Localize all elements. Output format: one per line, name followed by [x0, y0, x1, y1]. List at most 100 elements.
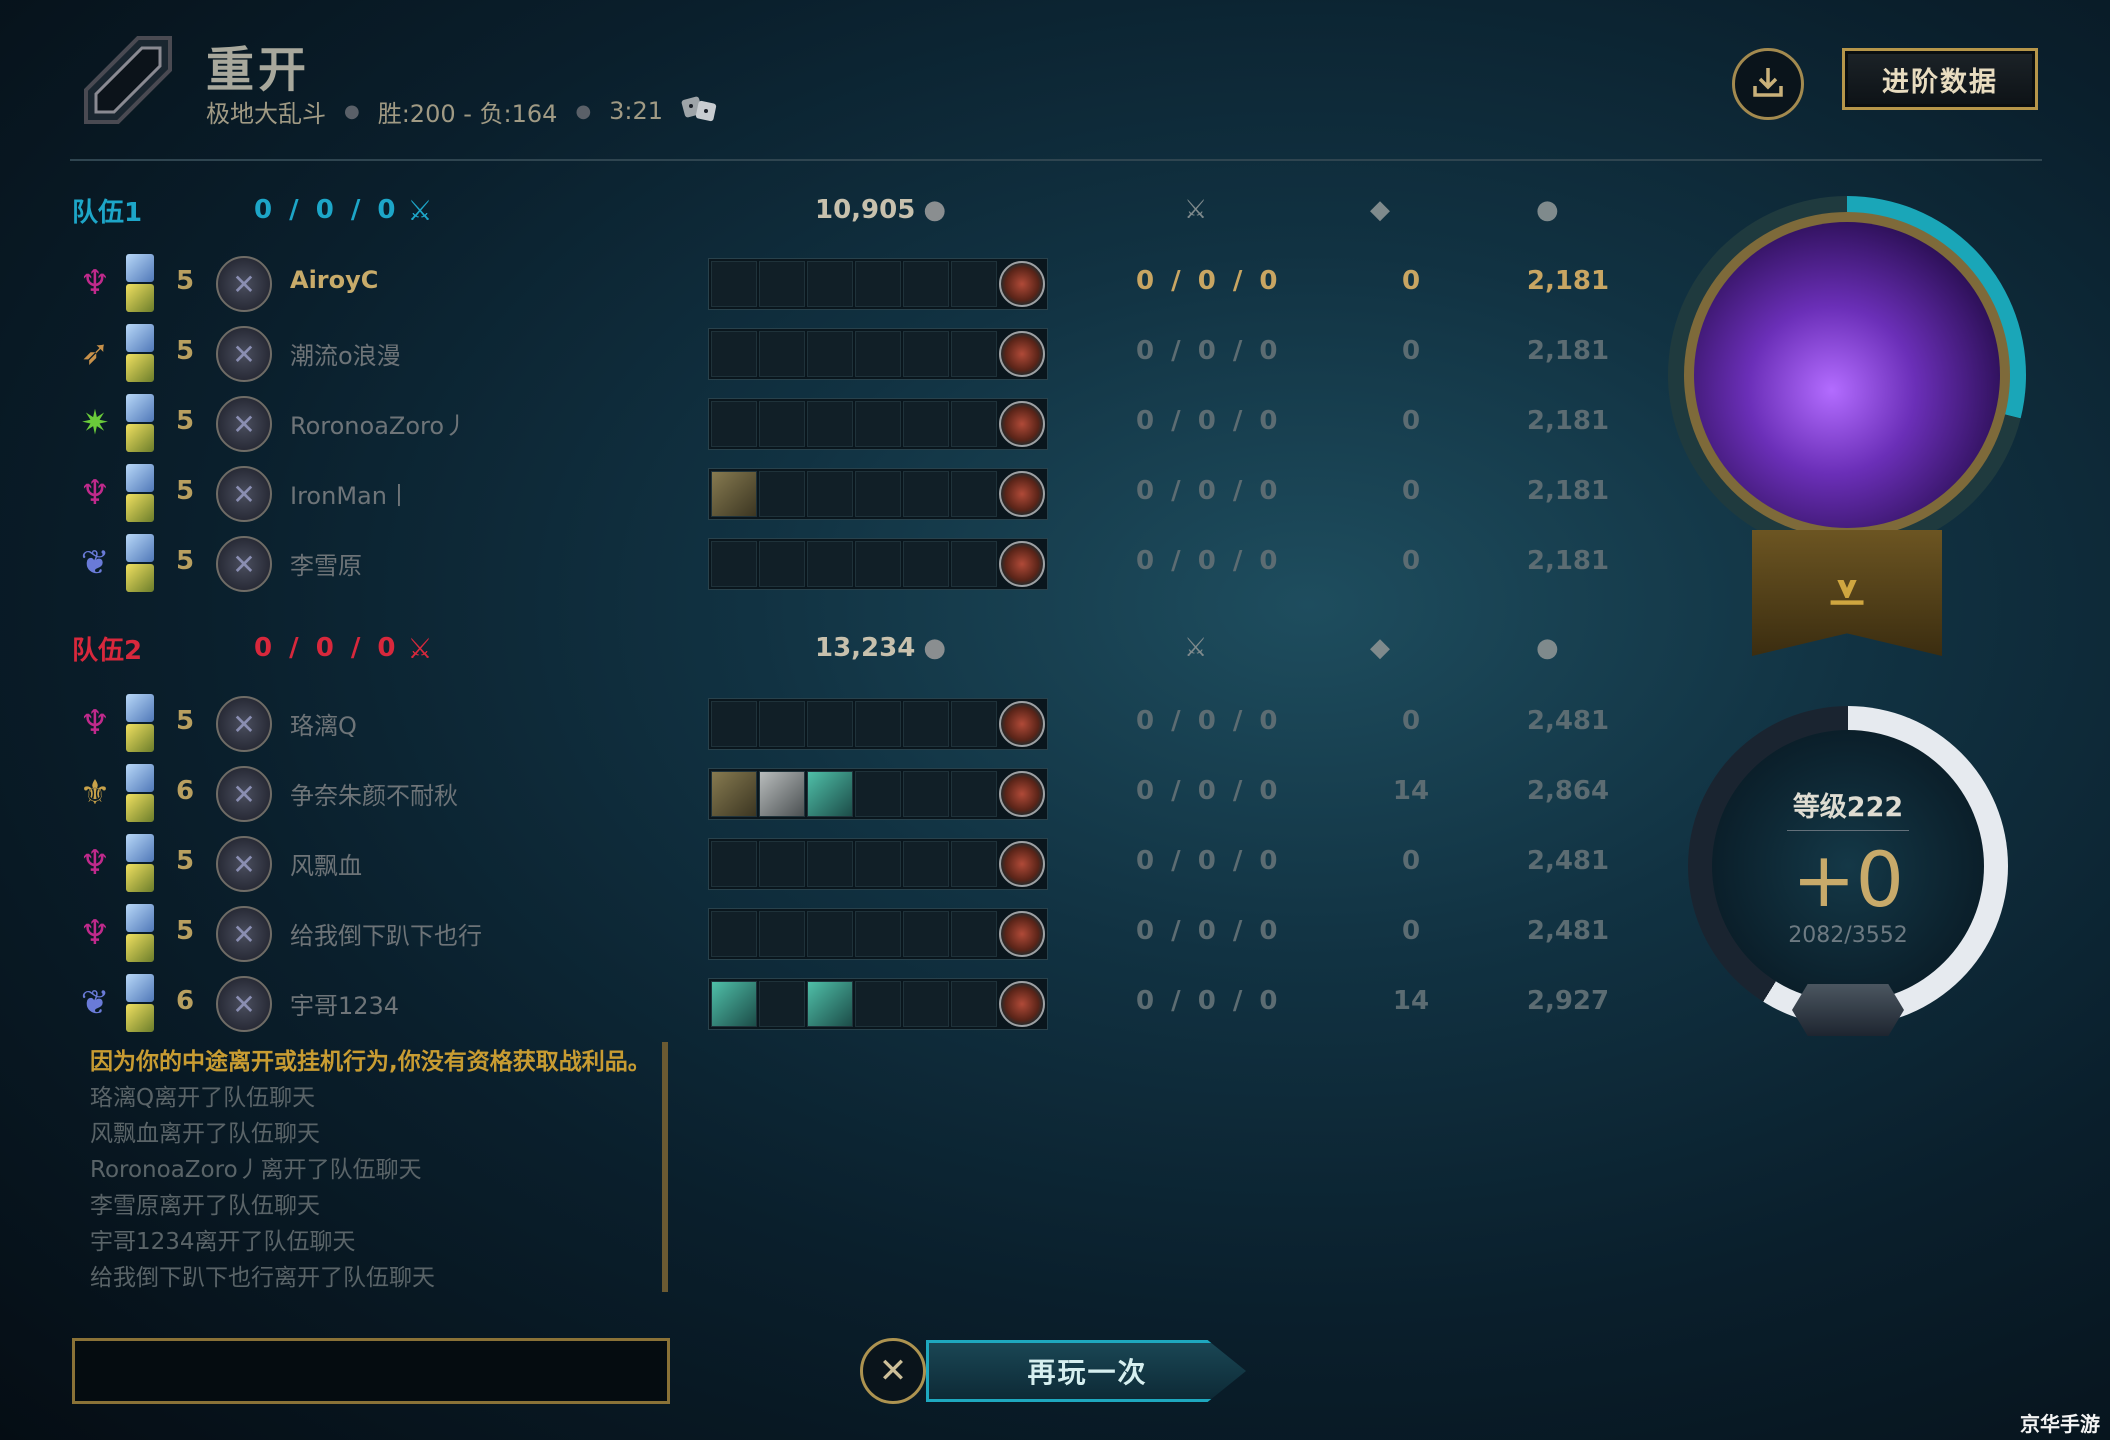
summoner-avatar-icon[interactable]: ✕ — [216, 256, 272, 312]
item-slot[interactable] — [711, 701, 757, 747]
item-slot[interactable] — [855, 541, 901, 587]
item-slot[interactable] — [903, 771, 949, 817]
item-slot[interactable] — [807, 331, 853, 377]
item-slot[interactable] — [951, 261, 997, 307]
player-row[interactable]: ⚜ 6 ✕ 争奈朱颜不耐秋 0 / 0 / 0 14 2,864 — [70, 760, 1610, 826]
trinket-icon[interactable] — [999, 331, 1045, 377]
item-slot[interactable] — [951, 771, 997, 817]
summoner-avatar-icon[interactable]: ✕ — [216, 466, 272, 522]
player-row[interactable]: ♆ 5 ✕ IronMan丨 0 / 0 / 0 0 2,181 — [70, 460, 1610, 526]
item-slot[interactable] — [903, 911, 949, 957]
item-slot[interactable] — [759, 471, 805, 517]
item-slot[interactable] — [759, 261, 805, 307]
player-row[interactable]: ❦ 5 ✕ 李雪原 0 / 0 / 0 0 2,181 — [70, 530, 1610, 596]
chat-scrollbar[interactable] — [662, 1042, 668, 1292]
summoner-name[interactable]: 潮流o浪漫 — [290, 336, 401, 371]
player-row[interactable]: ➶ 5 ✕ 潮流o浪漫 0 / 0 / 0 0 2,181 — [70, 320, 1610, 386]
item-slot[interactable] — [711, 541, 757, 587]
item-slot[interactable] — [711, 331, 757, 377]
trinket-icon[interactable] — [999, 261, 1045, 307]
item-slot[interactable] — [807, 911, 853, 957]
item-slot[interactable] — [807, 471, 853, 517]
item-slot[interactable] — [711, 841, 757, 887]
item-slot[interactable] — [759, 981, 805, 1027]
item-slot[interactable] — [855, 841, 901, 887]
item-slot[interactable] — [903, 471, 949, 517]
item-slot[interactable] — [711, 771, 757, 817]
item-slot[interactable] — [807, 401, 853, 447]
summoner-avatar-icon[interactable]: ✕ — [216, 326, 272, 382]
summoner-name[interactable]: 李雪原 — [290, 546, 362, 581]
player-row[interactable]: ♆ 5 ✕ AiroyC 0 / 0 / 0 0 2,181 — [70, 250, 1610, 316]
trinket-icon[interactable] — [999, 841, 1045, 887]
trinket-icon[interactable] — [999, 911, 1045, 957]
summoner-name[interactable]: 宇哥1234 — [290, 986, 399, 1021]
trinket-icon[interactable] — [999, 401, 1045, 447]
summoner-avatar-icon[interactable]: ✕ — [216, 696, 272, 752]
trinket-icon[interactable] — [999, 981, 1045, 1027]
item-slot[interactable] — [807, 541, 853, 587]
item-slot[interactable] — [855, 401, 901, 447]
summoner-avatar-icon[interactable]: ✕ — [216, 836, 272, 892]
item-slot[interactable] — [855, 701, 901, 747]
close-button[interactable]: ✕ — [860, 1338, 926, 1404]
play-again-button[interactable]: 再玩一次 — [926, 1340, 1246, 1402]
item-slot[interactable] — [903, 261, 949, 307]
item-slot[interactable] — [759, 701, 805, 747]
item-slot[interactable] — [951, 841, 997, 887]
item-slot[interactable] — [807, 261, 853, 307]
item-slot[interactable] — [903, 401, 949, 447]
item-slot[interactable] — [711, 981, 757, 1027]
item-slot[interactable] — [855, 911, 901, 957]
item-slot[interactable] — [807, 841, 853, 887]
advanced-stats-button[interactable]: 进阶数据 — [1842, 48, 2038, 110]
item-slot[interactable] — [951, 401, 997, 447]
download-button[interactable] — [1732, 48, 1804, 120]
item-slot[interactable] — [855, 261, 901, 307]
summoner-name[interactable]: 珞漓Q — [290, 706, 357, 741]
summoner-avatar-icon[interactable]: ✕ — [216, 536, 272, 592]
item-slot[interactable] — [759, 911, 805, 957]
trinket-icon[interactable] — [999, 471, 1045, 517]
item-slot[interactable] — [903, 841, 949, 887]
player-row[interactable]: ❦ 6 ✕ 宇哥1234 0 / 0 / 0 14 2,927 — [70, 970, 1610, 1036]
item-slot[interactable] — [903, 331, 949, 377]
item-slot[interactable] — [711, 911, 757, 957]
item-slot[interactable] — [807, 981, 853, 1027]
item-slot[interactable] — [903, 701, 949, 747]
item-slot[interactable] — [807, 701, 853, 747]
item-slot[interactable] — [711, 401, 757, 447]
player-row[interactable]: ♆ 5 ✕ 给我倒下趴下也行 0 / 0 / 0 0 2,481 — [70, 900, 1610, 966]
item-slot[interactable] — [711, 261, 757, 307]
summoner-avatar-icon[interactable]: ✕ — [216, 906, 272, 962]
item-slot[interactable] — [711, 471, 757, 517]
summoner-name[interactable]: IronMan丨 — [290, 476, 411, 511]
item-slot[interactable] — [951, 541, 997, 587]
trinket-icon[interactable] — [999, 701, 1045, 747]
item-slot[interactable] — [855, 981, 901, 1027]
item-slot[interactable] — [951, 701, 997, 747]
summoner-name[interactable]: 争奈朱颜不耐秋 — [290, 776, 458, 811]
summoner-name[interactable]: AiroyC — [290, 266, 378, 294]
item-slot[interactable] — [951, 981, 997, 1027]
item-slot[interactable] — [855, 331, 901, 377]
summoner-name[interactable]: 风飘血 — [290, 846, 362, 881]
item-slot[interactable] — [807, 771, 853, 817]
item-slot[interactable] — [855, 771, 901, 817]
item-slot[interactable] — [759, 771, 805, 817]
item-slot[interactable] — [759, 541, 805, 587]
item-slot[interactable] — [951, 911, 997, 957]
player-row[interactable]: ♆ 5 ✕ 风飘血 0 / 0 / 0 0 2,481 — [70, 830, 1610, 896]
item-slot[interactable] — [951, 471, 997, 517]
chat-input[interactable] — [72, 1338, 670, 1404]
trinket-icon[interactable] — [999, 541, 1045, 587]
item-slot[interactable] — [759, 841, 805, 887]
summoner-avatar-icon[interactable]: ✕ — [216, 976, 272, 1032]
item-slot[interactable] — [759, 401, 805, 447]
trinket-icon[interactable] — [999, 771, 1045, 817]
item-slot[interactable] — [903, 981, 949, 1027]
player-row[interactable]: ✷ 5 ✕ RoronoaZoro丿 0 / 0 / 0 0 2,181 — [70, 390, 1610, 456]
item-slot[interactable] — [903, 541, 949, 587]
summoner-avatar-icon[interactable]: ✕ — [216, 396, 272, 452]
summoner-avatar-icon[interactable]: ✕ — [216, 766, 272, 822]
